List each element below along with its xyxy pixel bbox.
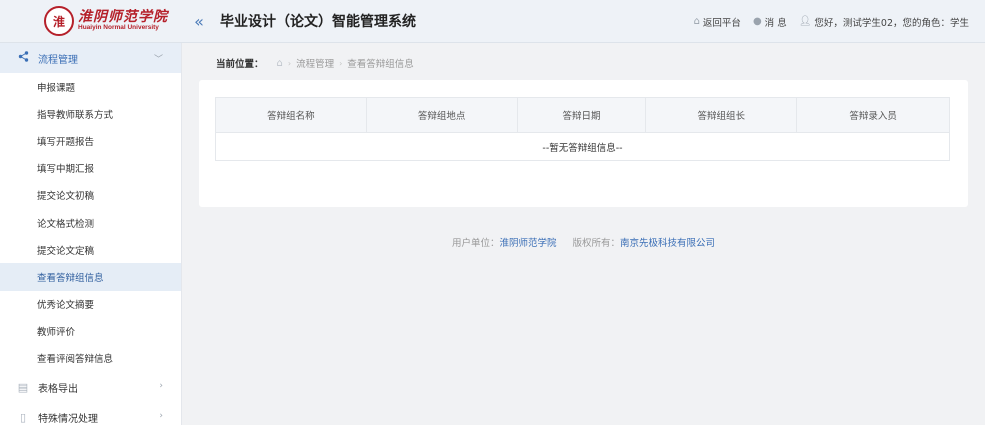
document-icon: ▯ xyxy=(19,410,27,424)
sidebar-item[interactable]: 指导教师联系方式 xyxy=(0,100,181,127)
column-header-leader: 答辩组组长 xyxy=(645,97,798,133)
menu-group-special[interactable]: ▯ 特殊情况处理 › xyxy=(0,402,181,425)
sidebar-item[interactable]: 论文格式检测 xyxy=(0,209,181,236)
user-info[interactable]: 👤︎ 您好，测试学生02，您的角色：学生 xyxy=(799,15,969,29)
app-title: 毕业设计（论文）智能管理系统 xyxy=(220,14,416,30)
column-header-recorder: 答辩录入员 xyxy=(796,97,950,133)
sidebar-item[interactable]: 填写中期汇报 xyxy=(0,155,181,182)
sidebar-item[interactable]: 申报课题 xyxy=(0,73,181,100)
header-actions: ⌂ 返回平台 ● 消 息 👤︎ 您好，测试学生02，您的角色：学生 xyxy=(694,0,969,43)
messages-link[interactable]: ● 消 息 xyxy=(753,15,787,29)
sidebar-item[interactable]: 查看答辩组信息 xyxy=(0,263,181,291)
sidebar-item[interactable]: 查看评阅答辩信息 xyxy=(0,345,181,372)
sidebar-item[interactable]: 优秀论文摘要 xyxy=(0,291,181,318)
breadcrumb-label: 当前位置： xyxy=(216,59,264,70)
sidebar-item[interactable]: 填写开题报告 xyxy=(0,127,181,154)
sidebar-item[interactable]: 提交论文定稿 xyxy=(0,236,181,263)
table-icon: ▤ xyxy=(17,380,29,394)
column-header-location: 答辩组地点 xyxy=(365,97,518,133)
sidebar-collapse-button[interactable]: « xyxy=(188,10,210,32)
footer-unit-link[interactable]: 淮阴师范学院 xyxy=(499,238,556,249)
breadcrumb-separator: › xyxy=(339,58,343,68)
footer: 用户单位：淮阴师范学院 版权所有：南京先极科技有限公司 xyxy=(451,238,716,249)
table-row: --暂无答辩组信息-- xyxy=(215,132,950,161)
university-seal-icon: 淮 xyxy=(44,6,74,36)
menu-group-process[interactable]: 流程管理 ﹀ xyxy=(0,43,181,73)
breadcrumb: 当前位置： ⌂ › 流程管理 › 查看答辩组信息 xyxy=(216,55,414,71)
breadcrumb-level1[interactable]: 流程管理 xyxy=(296,56,334,70)
sidebar: 流程管理 ﹀ 申报课题 指导教师联系方式 填写开题报告 填写中期汇报 提交论文初稿 论文格… xyxy=(0,43,182,425)
table-header-row: 答辩组名称 答辩组地点 答辩日期 答辩组组长 答辩录入员 xyxy=(215,97,950,133)
home-icon[interactable]: ⌂ xyxy=(277,58,283,69)
chevron-right-icon: › xyxy=(159,381,163,392)
menu-group-export[interactable]: ▤ 表格导出 › xyxy=(0,372,181,402)
empty-message: --暂无答辩组信息-- xyxy=(215,132,950,161)
message-icon: ● xyxy=(752,16,762,27)
column-header-group-name: 答辩组名称 xyxy=(215,97,367,133)
back-to-platform-link[interactable]: ⌂ 返回平台 xyxy=(694,15,741,29)
breadcrumb-separator: › xyxy=(287,58,292,68)
defense-group-table: 答辩组名称 答辩组地点 答辩日期 答辩组组长 答辩录入员 --暂无答辩组信息-- xyxy=(215,97,950,161)
double-chevron-left-icon: « xyxy=(194,11,204,31)
content-panel: 答辩组名称 答辩组地点 答辩日期 答辩组组长 答辩录入员 --暂无答辩组信息-- xyxy=(199,80,968,207)
logo-english-name: Huaiyin Normal University xyxy=(78,23,159,31)
sidebar-item[interactable]: 提交论文初稿 xyxy=(0,182,181,209)
top-header: 淮 淮阴师范学院 Huaiyin Normal University « 毕业设… xyxy=(0,0,985,43)
home-icon: ⌂ xyxy=(693,16,700,27)
footer-company-link[interactable]: 南京先极科技有限公司 xyxy=(620,238,715,249)
sidebar-item[interactable]: 教师评价 xyxy=(0,318,181,345)
chevron-right-icon: › xyxy=(159,411,163,422)
chevron-down-icon: ﹀ xyxy=(153,55,163,65)
column-header-date: 答辩日期 xyxy=(516,97,647,133)
logo-chinese-name: 淮阴师范学院 xyxy=(78,9,168,26)
share-icon xyxy=(16,51,30,65)
user-icon: 👤︎ xyxy=(798,16,812,27)
breadcrumb-level2: 查看答辩组信息 xyxy=(347,59,414,70)
university-logo: 淮 淮阴师范学院 Huaiyin Normal University xyxy=(0,0,182,43)
